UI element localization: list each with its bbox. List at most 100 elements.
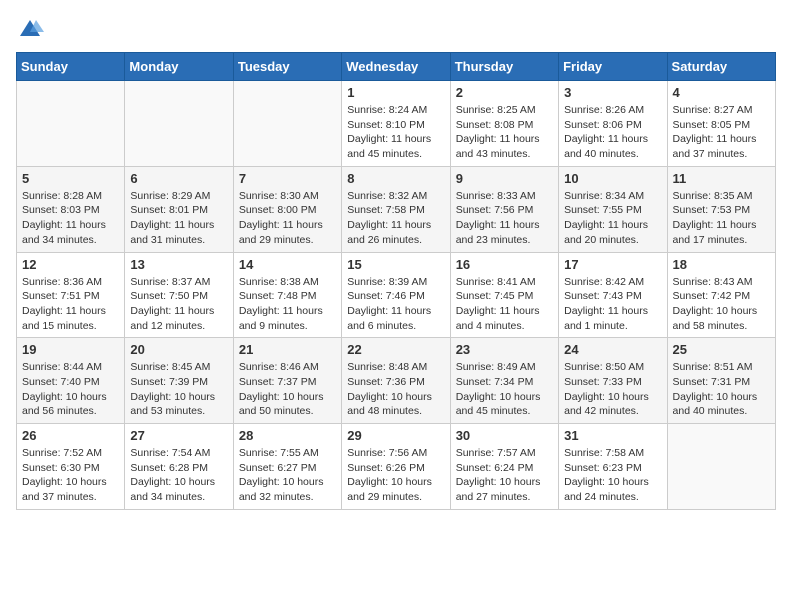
day-number: 10	[564, 171, 661, 186]
day-info: Sunrise: 8:45 AM Sunset: 7:39 PM Dayligh…	[130, 360, 227, 419]
day-number: 13	[130, 257, 227, 272]
day-info: Sunrise: 8:41 AM Sunset: 7:45 PM Dayligh…	[456, 275, 553, 334]
day-info: Sunrise: 8:51 AM Sunset: 7:31 PM Dayligh…	[673, 360, 770, 419]
day-info: Sunrise: 8:35 AM Sunset: 7:53 PM Dayligh…	[673, 189, 770, 248]
calendar-day-17: 17 Sunrise: 8:42 AM Sunset: 7:43 PM Dayli…	[559, 252, 667, 338]
day-info: Sunrise: 8:36 AM Sunset: 7:51 PM Dayligh…	[22, 275, 119, 334]
day-info: Sunrise: 8:29 AM Sunset: 8:01 PM Dayligh…	[130, 189, 227, 248]
day-number: 27	[130, 428, 227, 443]
day-number: 12	[22, 257, 119, 272]
day-info: Sunrise: 8:42 AM Sunset: 7:43 PM Dayligh…	[564, 275, 661, 334]
day-info: Sunrise: 8:27 AM Sunset: 8:05 PM Dayligh…	[673, 103, 770, 162]
calendar-day-1: 1 Sunrise: 8:24 AM Sunset: 8:10 PM Daylig…	[342, 81, 450, 167]
day-header-saturday: Saturday	[667, 53, 775, 81]
calendar-day-22: 22 Sunrise: 8:48 AM Sunset: 7:36 PM Dayli…	[342, 338, 450, 424]
day-info: Sunrise: 7:54 AM Sunset: 6:28 PM Dayligh…	[130, 446, 227, 505]
day-info: Sunrise: 8:48 AM Sunset: 7:36 PM Dayligh…	[347, 360, 444, 419]
day-number: 4	[673, 85, 770, 100]
calendar-day-9: 9Sunrise: 8:33 AM Sunset: 7:56 PM Daylig…	[450, 166, 558, 252]
day-info: Sunrise: 8:26 AM Sunset: 8:06 PM Dayligh…	[564, 103, 661, 162]
calendar-day-3: 3 Sunrise: 8:26 AM Sunset: 8:06 PM Daylig…	[559, 81, 667, 167]
calendar-table: SundayMondayTuesdayWednesdayThursdayFrid…	[16, 52, 776, 510]
calendar-week-row: 12 Sunrise: 8:36 AM Sunset: 7:51 PM Dayli…	[17, 252, 776, 338]
calendar-day-24: 24 Sunrise: 8:50 AM Sunset: 7:33 PM Dayli…	[559, 338, 667, 424]
calendar-week-row: 26 Sunrise: 7:52 AM Sunset: 6:30 PM Dayli…	[17, 424, 776, 510]
day-header-monday: Monday	[125, 53, 233, 81]
calendar-day-13: 13 Sunrise: 8:37 AM Sunset: 7:50 PM Dayli…	[125, 252, 233, 338]
logo-icon	[16, 16, 44, 44]
day-info: Sunrise: 7:56 AM Sunset: 6:26 PM Dayligh…	[347, 446, 444, 505]
day-info: Sunrise: 8:49 AM Sunset: 7:34 PM Dayligh…	[456, 360, 553, 419]
day-info: Sunrise: 7:58 AM Sunset: 6:23 PM Dayligh…	[564, 446, 661, 505]
calendar-day-29: 29 Sunrise: 7:56 AM Sunset: 6:26 PM Dayli…	[342, 424, 450, 510]
calendar-day-12: 12 Sunrise: 8:36 AM Sunset: 7:51 PM Dayli…	[17, 252, 125, 338]
page-header	[16, 16, 776, 44]
calendar-week-row: 5 Sunrise: 8:28 AM Sunset: 8:03 PM Daylig…	[17, 166, 776, 252]
day-number: 19	[22, 342, 119, 357]
day-info: Sunrise: 8:44 AM Sunset: 7:40 PM Dayligh…	[22, 360, 119, 419]
calendar-empty-cell	[17, 81, 125, 167]
calendar-day-20: 20 Sunrise: 8:45 AM Sunset: 7:39 PM Dayli…	[125, 338, 233, 424]
day-number: 30	[456, 428, 553, 443]
calendar-day-30: 30 Sunrise: 7:57 AM Sunset: 6:24 PM Dayli…	[450, 424, 558, 510]
day-info: Sunrise: 8:37 AM Sunset: 7:50 PM Dayligh…	[130, 275, 227, 334]
calendar-day-26: 26 Sunrise: 7:52 AM Sunset: 6:30 PM Dayli…	[17, 424, 125, 510]
calendar-day-8: 8Sunrise: 8:32 AM Sunset: 7:58 PM Daylig…	[342, 166, 450, 252]
day-number: 11	[673, 171, 770, 186]
day-info: Sunrise: 7:52 AM Sunset: 6:30 PM Dayligh…	[22, 446, 119, 505]
calendar-day-27: 27 Sunrise: 7:54 AM Sunset: 6:28 PM Dayli…	[125, 424, 233, 510]
day-number: 17	[564, 257, 661, 272]
day-number: 5	[22, 171, 119, 186]
day-info: Sunrise: 8:25 AM Sunset: 8:08 PM Dayligh…	[456, 103, 553, 162]
day-number: 3	[564, 85, 661, 100]
day-number: 29	[347, 428, 444, 443]
calendar-day-11: 11 Sunrise: 8:35 AM Sunset: 7:53 PM Dayli…	[667, 166, 775, 252]
calendar-empty-cell	[667, 424, 775, 510]
day-number: 21	[239, 342, 336, 357]
calendar-week-row: 19 Sunrise: 8:44 AM Sunset: 7:40 PM Dayli…	[17, 338, 776, 424]
calendar-day-21: 21Sunrise: 8:46 AM Sunset: 7:37 PM Dayli…	[233, 338, 341, 424]
logo	[16, 16, 48, 44]
day-number: 22	[347, 342, 444, 357]
day-header-sunday: Sunday	[17, 53, 125, 81]
day-number: 24	[564, 342, 661, 357]
day-info: Sunrise: 8:28 AM Sunset: 8:03 PM Dayligh…	[22, 189, 119, 248]
day-number: 2	[456, 85, 553, 100]
day-number: 25	[673, 342, 770, 357]
day-number: 20	[130, 342, 227, 357]
day-info: Sunrise: 8:39 AM Sunset: 7:46 PM Dayligh…	[347, 275, 444, 334]
day-header-thursday: Thursday	[450, 53, 558, 81]
day-info: Sunrise: 8:24 AM Sunset: 8:10 PM Dayligh…	[347, 103, 444, 162]
calendar-day-5: 5 Sunrise: 8:28 AM Sunset: 8:03 PM Daylig…	[17, 166, 125, 252]
calendar-day-31: 31Sunrise: 7:58 AM Sunset: 6:23 PM Dayli…	[559, 424, 667, 510]
calendar-day-23: 23 Sunrise: 8:49 AM Sunset: 7:34 PM Dayli…	[450, 338, 558, 424]
day-info: Sunrise: 8:43 AM Sunset: 7:42 PM Dayligh…	[673, 275, 770, 334]
calendar-empty-cell	[233, 81, 341, 167]
calendar-header-row: SundayMondayTuesdayWednesdayThursdayFrid…	[17, 53, 776, 81]
day-number: 7	[239, 171, 336, 186]
calendar-day-10: 10 Sunrise: 8:34 AM Sunset: 7:55 PM Dayli…	[559, 166, 667, 252]
day-header-tuesday: Tuesday	[233, 53, 341, 81]
day-number: 16	[456, 257, 553, 272]
day-info: Sunrise: 8:50 AM Sunset: 7:33 PM Dayligh…	[564, 360, 661, 419]
calendar-day-4: 4 Sunrise: 8:27 AM Sunset: 8:05 PM Daylig…	[667, 81, 775, 167]
calendar-day-19: 19 Sunrise: 8:44 AM Sunset: 7:40 PM Dayli…	[17, 338, 125, 424]
day-header-wednesday: Wednesday	[342, 53, 450, 81]
day-info: Sunrise: 8:33 AM Sunset: 7:56 PM Dayligh…	[456, 189, 553, 248]
calendar-empty-cell	[125, 81, 233, 167]
day-info: Sunrise: 7:55 AM Sunset: 6:27 PM Dayligh…	[239, 446, 336, 505]
day-number: 26	[22, 428, 119, 443]
day-info: Sunrise: 8:38 AM Sunset: 7:48 PM Dayligh…	[239, 275, 336, 334]
day-number: 23	[456, 342, 553, 357]
day-info: Sunrise: 8:34 AM Sunset: 7:55 PM Dayligh…	[564, 189, 661, 248]
day-number: 1	[347, 85, 444, 100]
calendar-day-7: 7 Sunrise: 8:30 AM Sunset: 8:00 PM Daylig…	[233, 166, 341, 252]
day-number: 14	[239, 257, 336, 272]
day-number: 8	[347, 171, 444, 186]
day-number: 18	[673, 257, 770, 272]
day-info: Sunrise: 8:30 AM Sunset: 8:00 PM Dayligh…	[239, 189, 336, 248]
day-info: Sunrise: 7:57 AM Sunset: 6:24 PM Dayligh…	[456, 446, 553, 505]
day-number: 6	[130, 171, 227, 186]
calendar-day-25: 25 Sunrise: 8:51 AM Sunset: 7:31 PM Dayli…	[667, 338, 775, 424]
calendar-day-2: 2 Sunrise: 8:25 AM Sunset: 8:08 PM Daylig…	[450, 81, 558, 167]
